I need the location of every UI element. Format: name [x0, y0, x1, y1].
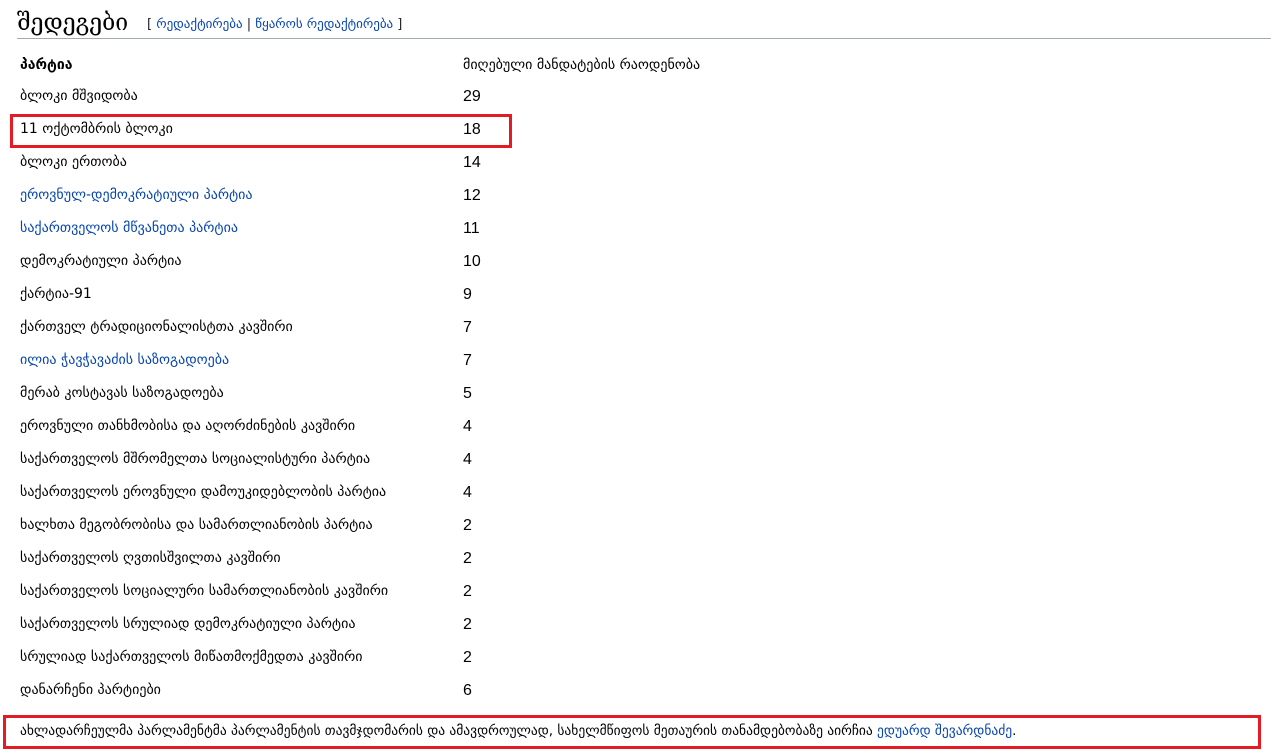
- seat-count: 2: [463, 550, 472, 567]
- section-heading: შედეგები [ რედაქტირება | წყაროს რედაქტირ…: [17, 8, 1271, 39]
- table-row: ხალხთა მეგობრობისა და სამართლიანობის პარ…: [20, 517, 780, 550]
- table-row: ქარტია-91 9: [20, 286, 780, 319]
- edit-link[interactable]: რედაქტირება: [156, 17, 242, 32]
- party-name: ქართველ ტრადიციონალისტთა კავშირი: [20, 319, 293, 335]
- party-name: ხალხთა მეგობრობისა და სამართლიანობის პარ…: [20, 517, 373, 533]
- party-name: მერაბ კოსტავას საზოგადოება: [20, 385, 224, 401]
- seat-count: 7: [463, 319, 472, 336]
- edit-links: [ რედაქტირება | წყაროს რედაქტირება ]: [147, 17, 403, 32]
- party-name: საქართველოს სოციალური სამართლიანობის კავ…: [20, 583, 389, 599]
- seat-count: 5: [463, 385, 472, 402]
- edit-source-link[interactable]: წყაროს რედაქტირება: [255, 17, 393, 32]
- party-name: დანარჩენი პარტიები: [20, 682, 161, 698]
- seat-count: 11: [463, 220, 480, 237]
- seat-count: 6: [463, 682, 472, 699]
- seat-count: 2: [463, 649, 472, 666]
- table-row: საქართველოს მშრომელთა სოციალისტური პარტი…: [20, 451, 780, 484]
- seat-count: 4: [463, 484, 472, 501]
- seat-count: 2: [463, 583, 472, 600]
- header-party: პარტია: [20, 57, 73, 73]
- table-row: ბლოკი ერთობა 14: [20, 154, 780, 187]
- party-name[interactable]: ილია ჭავჭავაძის საზოგადოება: [20, 352, 229, 368]
- seat-count: 29: [463, 88, 481, 105]
- table-row: ილია ჭავჭავაძის საზოგადოება 7: [20, 352, 780, 385]
- section-title: შედეგები: [17, 10, 129, 36]
- table-row: ეროვნულ-დემოკრატიული პარტია 12: [20, 187, 780, 220]
- seat-count: 2: [463, 517, 472, 534]
- header-seats: მიღებული მანდატების რაოდენობა: [463, 57, 701, 73]
- party-name: ეროვნული თანხმობისა და აღორძინების კავში…: [20, 418, 356, 434]
- table-row: სრულიად საქართველოს მიწათმოქმედთა კავშირ…: [20, 649, 780, 682]
- party-name: ქარტია-91: [20, 286, 92, 302]
- party-name: დემოკრატიული პარტია: [20, 253, 182, 269]
- table-row: დანარჩენი პარტიები 6: [20, 682, 780, 715]
- party-name: საქართველოს ეროვნული დამოუკიდებლობის პარ…: [20, 484, 387, 500]
- seat-count: 4: [463, 418, 472, 435]
- party-name: ბლოკი მშვიდობა: [20, 88, 138, 104]
- seat-count: 12: [463, 187, 481, 204]
- table-row: საქართველოს ღვთისშვილთა კავშირი 2: [20, 550, 780, 583]
- table-row: საქართველოს მწვანეთა პარტია 11: [20, 220, 780, 253]
- party-name: ბლოკი ერთობა: [20, 154, 127, 170]
- table-row: საქართველოს სრულიად დემოკრატიული პარტია 2: [20, 616, 780, 649]
- party-name: საქართველოს ღვთისშვილთა კავშირი: [20, 550, 281, 566]
- table-header: პარტია მიღებული მანდატების რაოდენობა: [20, 57, 780, 90]
- table-row: მერაბ კოსტავას საზოგადოება 5: [20, 385, 780, 418]
- seat-count: 10: [463, 253, 481, 270]
- highlight-box-footer: [3, 715, 1261, 749]
- table-row: საქართველოს ეროვნული დამოუკიდებლობის პარ…: [20, 484, 780, 517]
- highlight-box-row: [10, 114, 512, 148]
- seat-count: 9: [463, 286, 472, 303]
- party-name[interactable]: საქართველოს მწვანეთა პარტია: [20, 220, 238, 236]
- table-row: ეროვნული თანხმობისა და აღორძინების კავში…: [20, 418, 780, 451]
- seat-count: 7: [463, 352, 472, 369]
- seat-count: 2: [463, 616, 472, 633]
- table-row: დემოკრატიული პარტია 10: [20, 253, 780, 286]
- party-name[interactable]: ეროვნულ-დემოკრატიული პარტია: [20, 187, 253, 203]
- table-row: ქართველ ტრადიციონალისტთა კავშირი 7: [20, 319, 780, 352]
- party-name: სრულიად საქართველოს მიწათმოქმედთა კავშირ…: [20, 649, 363, 665]
- seat-count: 4: [463, 451, 472, 468]
- party-name: საქართველოს მშრომელთა სოციალისტური პარტი…: [20, 451, 371, 467]
- seat-count: 14: [463, 154, 481, 171]
- party-name: საქართველოს სრულიად დემოკრატიული პარტია: [20, 616, 356, 632]
- table-row: საქართველოს სოციალური სამართლიანობის კავ…: [20, 583, 780, 616]
